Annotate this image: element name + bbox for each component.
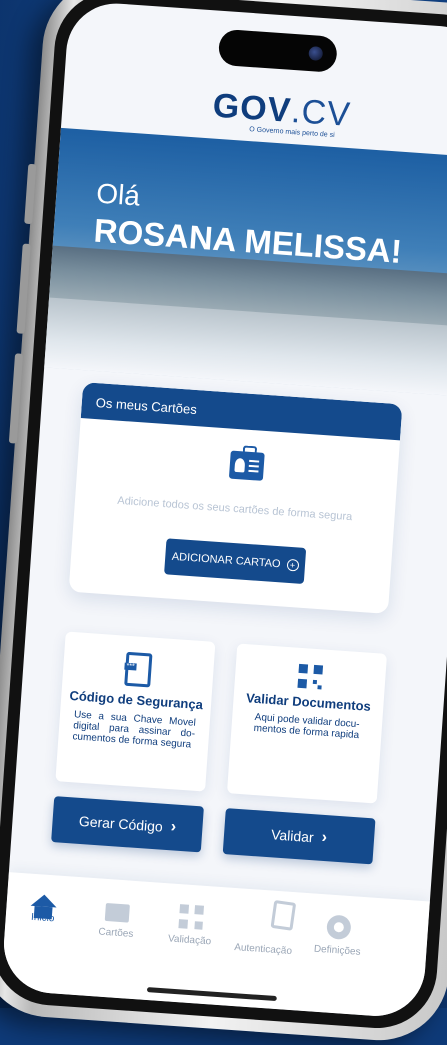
tab-validacao[interactable]: Validação [154, 903, 227, 949]
dynamic-island [217, 28, 338, 73]
home-icon [30, 893, 58, 908]
chevron-right-icon: › [170, 818, 177, 836]
security-code-tile[interactable]: Código de Segurança Use a sua Chave Move… [55, 631, 216, 792]
qr-code-icon [297, 663, 324, 690]
app-screen: GOV.CV O Governo mais perto de si Olá RO… [0, 0, 447, 1020]
generate-code-button[interactable]: Gerar Código › [51, 796, 204, 853]
plus-circle-icon: + [286, 558, 299, 572]
camera-icon [308, 46, 324, 61]
tab-cartoes[interactable]: Cartões [81, 897, 154, 941]
gear-icon [326, 914, 352, 941]
my-cards-message: Adicione todos os seus cartões de forma … [116, 494, 353, 524]
tab-definicoes[interactable]: Definições [302, 913, 375, 959]
validate-documents-tile[interactable]: Validar Documentos Aqui pode validar doc… [226, 643, 388, 804]
phone-key-icon [270, 899, 297, 931]
id-card-icon [228, 445, 265, 481]
home-indicator [146, 987, 277, 1002]
chevron-right-icon: › [321, 828, 328, 847]
my-cards-panel: Os meus Cartões Adicione todos os seus c… [68, 382, 403, 614]
tab-inicio[interactable]: Inicio [7, 892, 79, 926]
qr-code-icon [178, 904, 205, 930]
phone-mockup: GOV.CV O Governo mais perto de si Olá RO… [0, 0, 447, 1045]
add-card-button[interactable]: ADICIONAR CARTAO + [164, 538, 307, 584]
phone-key-icon [124, 651, 153, 688]
id-card-icon [104, 902, 130, 923]
tab-autenticacao[interactable]: Autenticação [228, 899, 301, 958]
validate-button[interactable]: Validar › [222, 808, 376, 865]
my-cards-title: Os meus Cartões [80, 382, 403, 441]
